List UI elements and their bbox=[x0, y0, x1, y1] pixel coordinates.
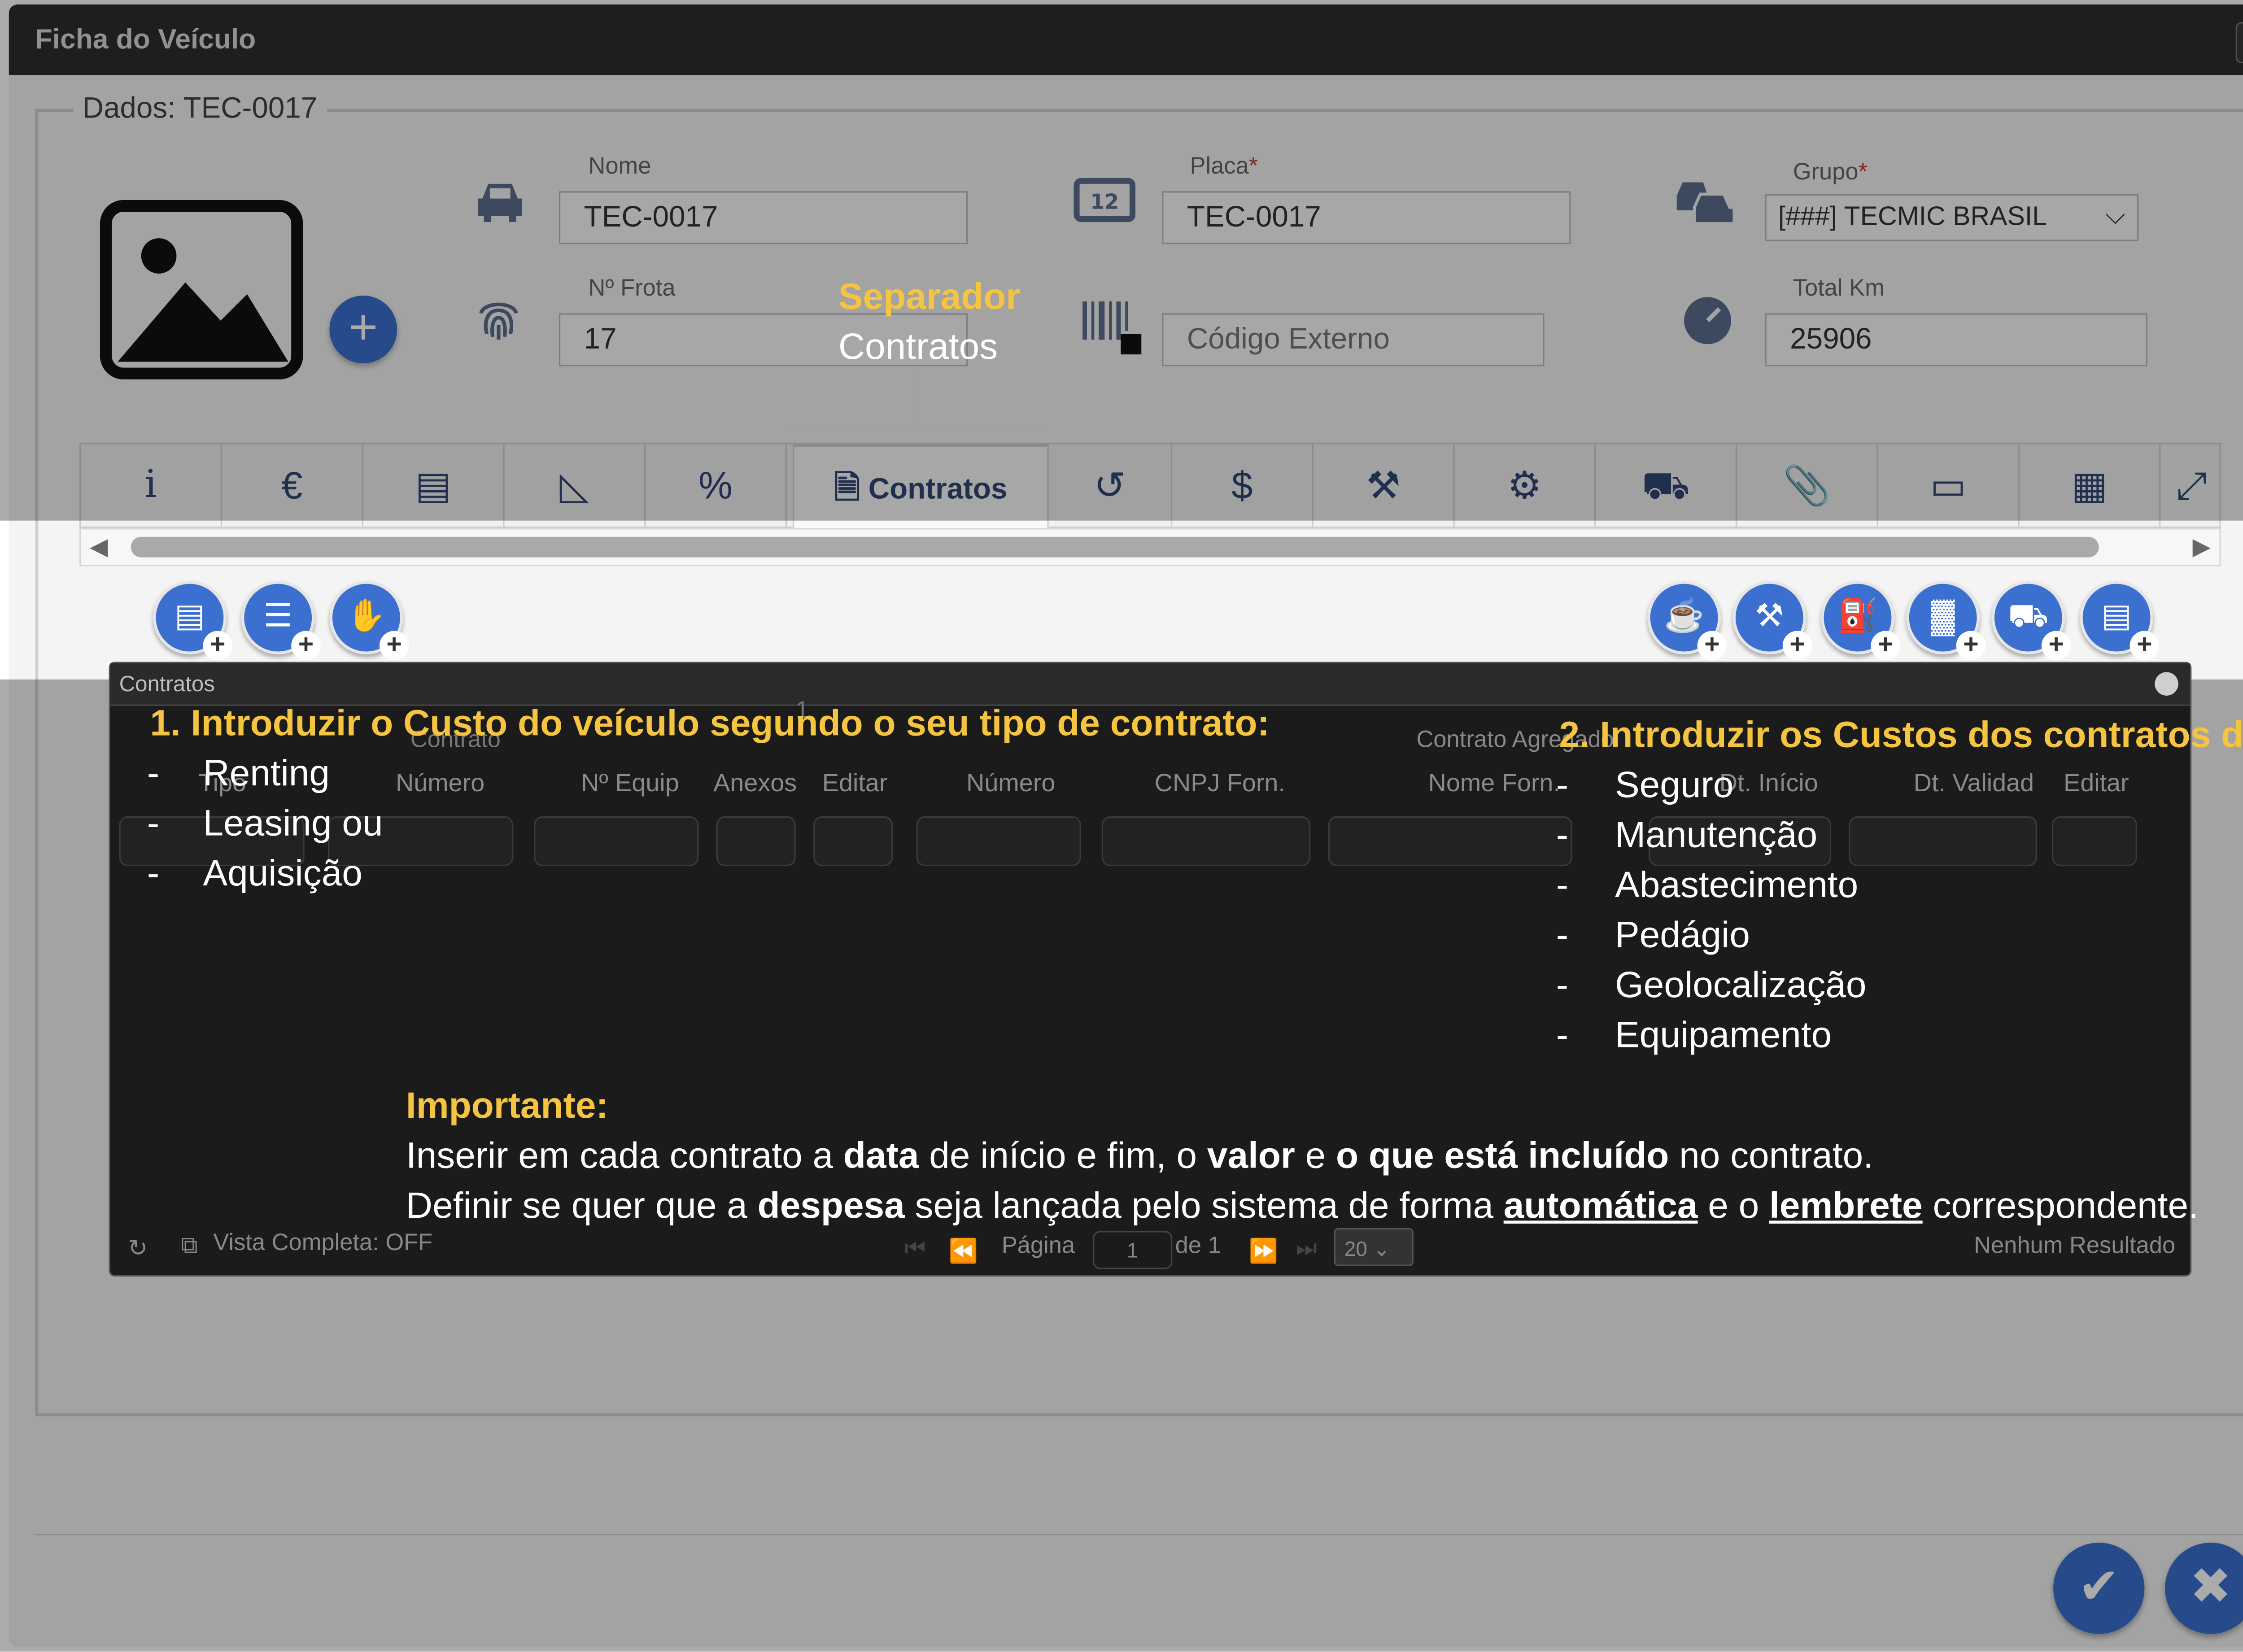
annotation-intro2-bullet: - bbox=[1556, 815, 1569, 856]
annotation-intro2-bullet: - bbox=[1556, 1015, 1569, 1056]
filter-n-equip[interactable] bbox=[534, 816, 699, 867]
annotation-importante-line2: Definir se quer que a despesa seja lança… bbox=[406, 1185, 2199, 1227]
annotation-intro1-item: Aquisição bbox=[203, 853, 362, 894]
annotation-intro1-bullet: - bbox=[147, 753, 160, 794]
result-status: Nenhum Resultado bbox=[1974, 1234, 2176, 1259]
annotation-intro2-item: Pedágio bbox=[1615, 915, 1750, 956]
column-nome-forn[interactable]: Nome Forn. bbox=[1428, 769, 1560, 799]
full-view-toggle[interactable]: Vista Completa: OFF bbox=[213, 1231, 432, 1257]
add-maintenance-contract-button[interactable]: ⚒ + bbox=[1732, 581, 1812, 661]
annotation-intro2-title: 2. Introduzir os Custos dos contratos de… bbox=[1559, 715, 2243, 756]
add-geolocation-contract-button[interactable]: ⛟ + bbox=[1991, 581, 2071, 661]
annotation-intro1-item: Renting bbox=[203, 753, 330, 794]
prev-page-icon[interactable]: ⏪ bbox=[949, 1237, 978, 1266]
tab-scrollbar[interactable]: ◀ ▶ bbox=[79, 528, 2221, 567]
add-equipment-contract-button[interactable]: ▤ + bbox=[2080, 581, 2160, 661]
annotation-intro2-item: Abastecimento bbox=[1615, 864, 1859, 906]
filter-editar[interactable] bbox=[813, 816, 893, 867]
annotation-intro2-bullet: - bbox=[1556, 915, 1569, 956]
filter-editar-agregado[interactable] bbox=[2051, 816, 2137, 867]
panel-title: Contratos bbox=[119, 672, 215, 697]
column-numero[interactable]: Número bbox=[396, 769, 484, 799]
chevron-down-icon: ⌄ bbox=[1373, 1237, 1391, 1260]
column-numero-agregado[interactable]: Número bbox=[966, 769, 1055, 799]
add-acquisition-contract-button[interactable]: ✋ + bbox=[329, 581, 409, 661]
annotation-separador-sub: Contratos bbox=[838, 326, 998, 368]
full-view-icon: ⧉ bbox=[181, 1234, 198, 1259]
overlay-top bbox=[0, 0, 2243, 521]
annotation-intro1-bullet: - bbox=[147, 803, 160, 844]
refresh-icon[interactable]: ↻ bbox=[128, 1234, 148, 1264]
column-n-equip[interactable]: Nº Equip bbox=[581, 769, 679, 799]
page-size-value: 20 bbox=[1344, 1237, 1367, 1260]
annotation-intro2-item: Seguro bbox=[1615, 764, 1734, 806]
add-fuel-contract-button[interactable]: ⛽ + bbox=[1821, 581, 1901, 661]
column-anexos[interactable]: Anexos bbox=[713, 769, 797, 799]
annotation-intro1-item: Leasing ou bbox=[203, 803, 383, 844]
add-toll-contract-button[interactable]: ▓ + bbox=[1906, 581, 1986, 661]
collapse-icon[interactable] bbox=[2155, 672, 2178, 696]
annotation-separador-title: Separador bbox=[838, 276, 1021, 318]
annotation-intro2-bullet: - bbox=[1556, 764, 1569, 806]
page-input[interactable]: 1 bbox=[1093, 1231, 1173, 1269]
column-editar-agregado[interactable]: Editar bbox=[2064, 769, 2129, 799]
annotation-importante-line1: Inserir em cada contrato a data de iníci… bbox=[406, 1135, 1874, 1177]
annotation-intro2-item: Geolocalização bbox=[1615, 964, 1867, 1006]
page-size-select[interactable]: 20 ⌄ bbox=[1334, 1228, 1414, 1266]
panel-header: Contratos bbox=[110, 663, 2190, 706]
annotation-intro1-bullet: - bbox=[147, 853, 160, 894]
filter-nome-forn[interactable] bbox=[1328, 816, 1572, 867]
page-label: Página bbox=[1001, 1234, 1075, 1259]
last-page-icon[interactable]: ⏭ bbox=[1296, 1237, 1317, 1263]
column-dt-validade[interactable]: Dt. Validad bbox=[1914, 769, 2034, 799]
annotation-intro2-item: Equipamento bbox=[1615, 1015, 1832, 1056]
add-renting-contract-button[interactable]: ▤ + bbox=[153, 581, 233, 661]
add-leasing-contract-button[interactable]: ☰ + bbox=[241, 581, 321, 661]
page-of-label: de 1 bbox=[1175, 1234, 1221, 1259]
column-cnpj[interactable]: CNPJ Forn. bbox=[1155, 769, 1285, 799]
filter-dt-validade[interactable] bbox=[1849, 816, 2037, 867]
add-insurance-contract-button[interactable]: ☕ + bbox=[1647, 581, 1727, 661]
column-editar[interactable]: Editar bbox=[822, 769, 888, 799]
scroll-left-icon[interactable]: ◀ bbox=[90, 532, 108, 562]
annotation-intro2-item: Manutenção bbox=[1615, 815, 1818, 856]
filter-cnpj[interactable] bbox=[1101, 816, 1311, 867]
first-page-icon[interactable]: ⏮ bbox=[904, 1237, 925, 1263]
annotation-intro1-title: 1. Introduzir o Custo do veículo segundo… bbox=[150, 703, 1270, 745]
annotation-intro2-bullet: - bbox=[1556, 964, 1569, 1006]
filter-anexos[interactable] bbox=[716, 816, 796, 867]
annotation-intro2-bullet: - bbox=[1556, 864, 1569, 906]
next-page-icon[interactable]: ⏩ bbox=[1249, 1237, 1278, 1266]
annotation-importante-title: Importante: bbox=[406, 1085, 608, 1127]
column-dt-inicio[interactable]: Dt. Início bbox=[1719, 769, 1818, 799]
scroll-right-icon[interactable]: ▶ bbox=[2193, 532, 2211, 562]
scrollbar-thumb[interactable] bbox=[131, 536, 2099, 558]
filter-numero-agregado[interactable] bbox=[916, 816, 1081, 867]
